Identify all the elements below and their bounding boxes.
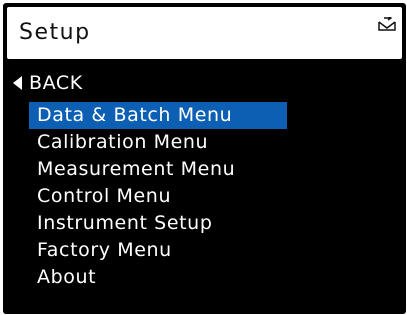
- envelope-arrow-icon: [378, 15, 396, 31]
- menu-item-calibration[interactable]: Calibration Menu: [29, 129, 287, 156]
- menu-item-factory[interactable]: Factory Menu: [29, 237, 287, 264]
- header-bar: Setup: [7, 7, 402, 59]
- menu-item-about[interactable]: About: [29, 264, 287, 291]
- page-title: Setup: [19, 20, 91, 45]
- device-screen: Setup BACK Data & Batch Menu Calibration…: [3, 3, 406, 314]
- menu-item-data-batch[interactable]: Data & Batch Menu: [29, 102, 287, 129]
- menu-item-control[interactable]: Control Menu: [29, 183, 287, 210]
- setup-menu-list: Data & Batch Menu Calibration Menu Measu…: [29, 102, 287, 291]
- menu-item-measurement[interactable]: Measurement Menu: [29, 156, 287, 183]
- back-label: BACK: [29, 72, 83, 94]
- back-button[interactable]: BACK: [13, 72, 83, 94]
- menu-item-instrument-setup[interactable]: Instrument Setup: [29, 210, 287, 237]
- left-triangle-icon: [13, 76, 22, 90]
